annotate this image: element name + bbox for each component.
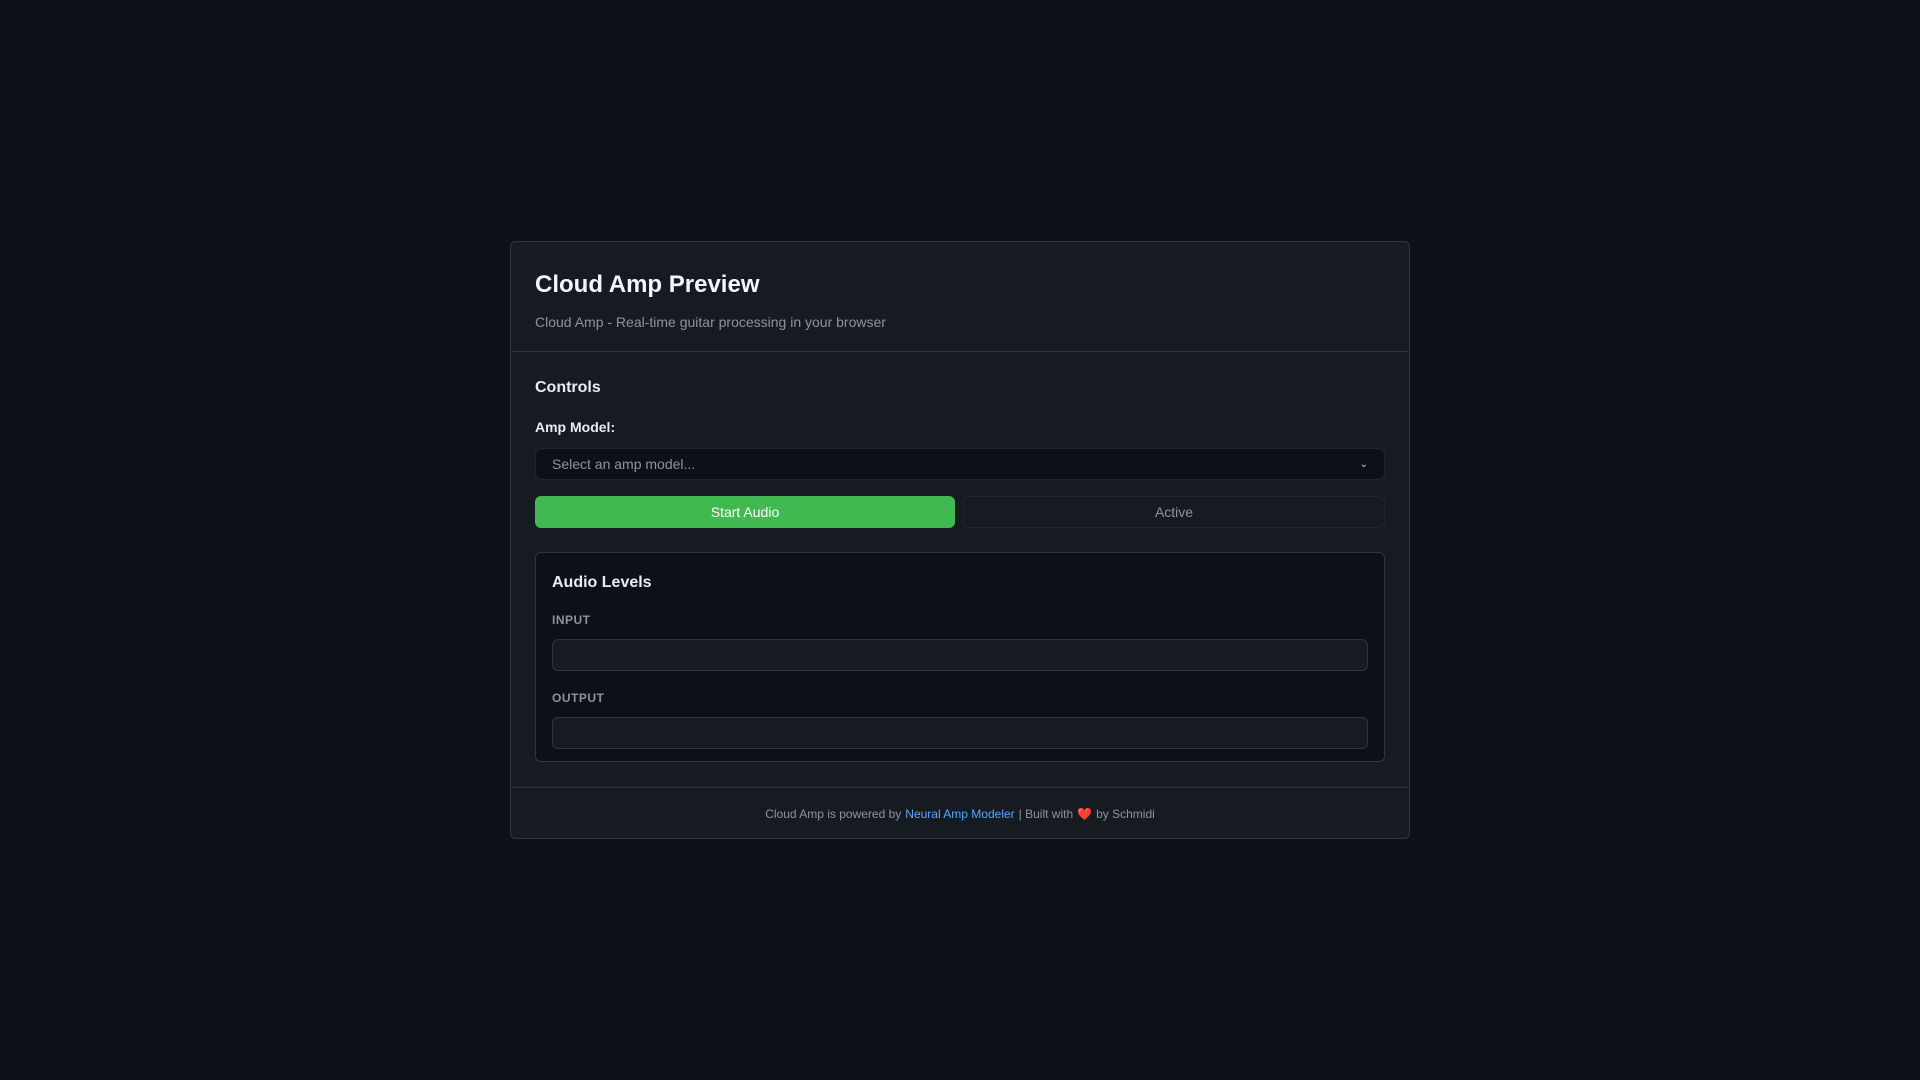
amp-model-select[interactable]: Select an amp model... ⌄ <box>535 448 1385 480</box>
input-meter <box>552 639 1368 671</box>
controls-section: Controls Amp Model: Select an amp model.… <box>511 352 1409 787</box>
page-subtitle: Cloud Amp - Real-time guitar processing … <box>535 314 886 330</box>
output-label: OUTPUT <box>552 691 605 705</box>
footer-prefix: Cloud Amp is powered by <box>765 806 902 821</box>
status-button[interactable]: Active <box>963 496 1385 528</box>
app-card: Cloud Amp Preview Cloud Amp - Real-time … <box>510 241 1410 839</box>
neural-amp-modeler-link[interactable]: Neural Amp Modeler <box>905 807 1014 821</box>
input-label: INPUT <box>552 613 591 627</box>
audio-levels-heading: Audio Levels <box>552 574 652 591</box>
amp-model-label: Amp Model: <box>535 419 616 435</box>
page-title: Cloud Amp Preview <box>535 271 760 298</box>
footer-middle: | Built with <box>1018 806 1074 821</box>
chevron-down-icon: ⌄ <box>1359 458 1368 470</box>
audio-levels-panel: Audio Levels INPUT OUTPUT <box>535 552 1385 762</box>
heart-icon: ❤️ <box>1077 806 1093 821</box>
output-meter <box>552 717 1368 749</box>
start-audio-button[interactable]: Start Audio <box>535 496 955 528</box>
controls-heading: Controls <box>535 379 601 396</box>
footer: Cloud Amp is powered by Neural Amp Model… <box>511 787 1409 839</box>
footer-suffix: by Schmidi <box>1096 806 1155 821</box>
header: Cloud Amp Preview Cloud Amp - Real-time … <box>511 242 1409 352</box>
amp-model-placeholder: Select an amp model... <box>552 456 696 472</box>
